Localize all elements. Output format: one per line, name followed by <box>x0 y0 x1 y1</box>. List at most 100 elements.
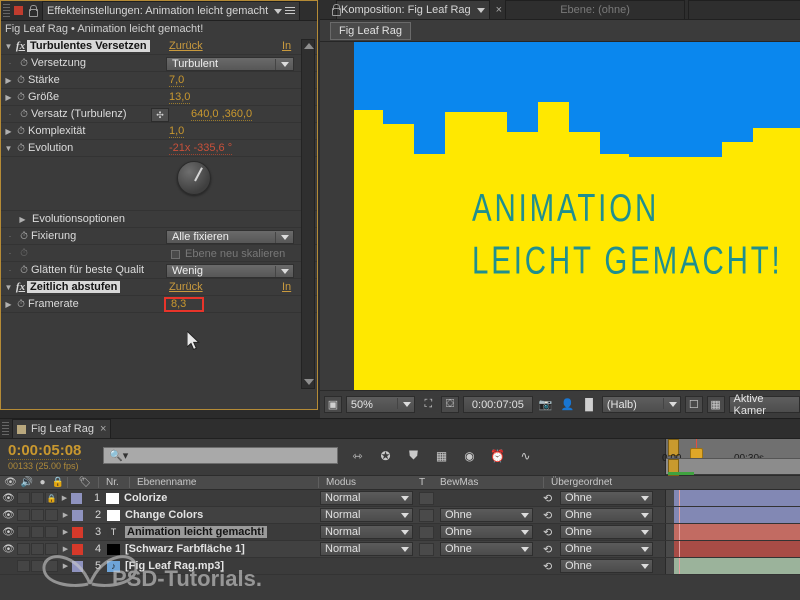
layer-visibility-icon[interactable]: 👁 <box>0 527 17 538</box>
layer-preserve-transparency[interactable] <box>419 525 434 539</box>
property-dropdown-fixierung[interactable]: Alle fixieren <box>166 230 294 244</box>
tab-composition[interactable]: Komposition: Fig Leaf Rag <box>336 0 490 19</box>
layer-track-area[interactable] <box>665 524 800 540</box>
camera-view-dropdown[interactable]: Aktive Kamer <box>728 393 800 417</box>
close-icon[interactable]: × <box>100 423 106 435</box>
layer-preserve-transparency[interactable] <box>419 508 434 522</box>
layer-track-matte[interactable]: Ohne <box>440 508 533 522</box>
layer-audio-toggle[interactable] <box>17 543 30 555</box>
table-row[interactable]: ▶ 5 ♪ [Fig Leaf Rag.mp3] ⟲ Ohne <box>0 558 800 575</box>
frame-blending-icon[interactable]: ▦ <box>432 447 451 464</box>
parent-pickwhip-icon[interactable]: ⟲ <box>543 560 552 573</box>
resolution-dropdown[interactable]: (Halb) <box>601 396 681 413</box>
twirl-right-icon[interactable] <box>17 215 28 224</box>
layer-audio-toggle[interactable] <box>17 492 30 504</box>
comp-name-chip[interactable]: Fig Leaf Rag <box>330 21 411 40</box>
layer-name[interactable]: Animation leicht gemacht! <box>125 526 267 538</box>
stopwatch-icon[interactable]: ⏱ <box>14 92 28 103</box>
layer-parent[interactable]: Ohne <box>560 542 653 556</box>
twirl-right-icon[interactable] <box>3 76 14 85</box>
twirl-right-icon[interactable] <box>3 127 14 136</box>
layer-parent[interactable]: Ohne <box>560 525 653 539</box>
layer-track-area[interactable] <box>665 490 800 506</box>
panel-grip-icon[interactable] <box>3 3 10 18</box>
stopwatch-icon[interactable]: ⏱ <box>17 109 31 120</box>
layer-lock-toggle[interactable] <box>45 509 58 521</box>
property-row-groesse[interactable]: ⏱ Größe 13,0 <box>1 89 317 106</box>
table-row[interactable]: 👁 ▶ 4 [Schwarz Farbfläche 1] Normal Ohne ⟲ Ohne <box>0 541 800 558</box>
parent-pickwhip-icon[interactable]: ⟲ <box>543 543 552 556</box>
col-number-header[interactable]: Nr. <box>102 475 126 490</box>
scroll-down-icon[interactable] <box>304 379 314 385</box>
info-link[interactable]: In <box>282 281 291 293</box>
stopwatch-icon[interactable]: ⏱ <box>17 58 31 69</box>
layer-audio-toggle[interactable] <box>17 526 30 538</box>
table-row[interactable]: 👁 ▶ 2 Change Colors Normal Ohne ⟲ Ohne <box>0 507 800 524</box>
col-eye-icon[interactable]: 👁 <box>0 475 17 490</box>
col-lock-icon[interactable]: 🔒 <box>48 475 64 490</box>
stopwatch-icon[interactable]: ⏱ <box>14 75 28 86</box>
reset-link[interactable]: Zurück <box>169 281 203 293</box>
layer-label-color[interactable] <box>71 492 82 504</box>
layer-label-color[interactable] <box>72 560 83 572</box>
layer-name[interactable]: Change Colors <box>125 509 203 521</box>
snapshot-camera-icon[interactable]: 📷 <box>537 396 555 413</box>
layer-track-area[interactable] <box>665 541 800 557</box>
property-dropdown-versetzung[interactable]: Turbulent <box>166 57 294 71</box>
chevron-down-icon[interactable] <box>641 495 649 501</box>
layer-audio-toggle[interactable] <box>17 509 30 521</box>
chevron-down-icon[interactable] <box>521 546 529 552</box>
brainstorm-icon[interactable]: ◉ <box>460 447 479 464</box>
table-row[interactable]: 👁 🔒 ▶ 1 Colorize Normal ⟲ Ohne <box>0 490 800 507</box>
layer-solo-toggle[interactable] <box>31 560 44 572</box>
layer-solo-toggle[interactable] <box>31 492 44 504</box>
layer-visibility-icon[interactable]: 👁 <box>0 510 17 521</box>
chevron-down-icon[interactable] <box>401 529 409 535</box>
chevron-down-icon[interactable] <box>641 546 649 552</box>
stopwatch-icon[interactable]: ⏱ <box>14 143 28 154</box>
twirl-right-icon[interactable]: ▶ <box>59 528 72 536</box>
layer-track-area[interactable] <box>665 507 800 523</box>
effect-panel-scrollbar[interactable] <box>301 39 315 389</box>
parent-pickwhip-icon[interactable]: ⟲ <box>543 492 552 505</box>
always-preview-icon[interactable]: ▣ <box>324 396 342 413</box>
col-t-header[interactable]: T <box>415 475 436 490</box>
chevron-down-icon[interactable] <box>401 495 409 501</box>
layer-parent[interactable]: Ohne <box>560 508 653 522</box>
layer-label-color[interactable] <box>72 509 83 521</box>
twirl-right-icon[interactable]: ▶ <box>59 545 72 553</box>
property-dropdown-glaetten[interactable]: Wenig <box>166 264 294 278</box>
property-row-versatz-turbulenz[interactable]: · ⏱ Versatz (Turbulenz) ✣ 640,0 ,360,0 <box>1 106 317 123</box>
chevron-down-icon[interactable] <box>281 61 289 67</box>
col-mode-header[interactable]: Modus <box>322 475 415 490</box>
chevron-down-icon[interactable] <box>641 529 649 535</box>
panel-menu-icon[interactable] <box>285 7 296 15</box>
composition-viewer-stage[interactable]: ANIMATION LEICHT GEMACHT! <box>320 42 800 390</box>
property-row-komplexitaet[interactable]: ⏱ Komplexität 1,0 <box>1 123 317 140</box>
chevron-down-icon[interactable] <box>274 8 283 14</box>
layer-solo-toggle[interactable] <box>31 526 44 538</box>
layer-preserve-transparency[interactable] <box>419 491 434 505</box>
property-row-evolutionsoptionen[interactable]: Evolutionsoptionen <box>1 211 317 228</box>
stopwatch-icon[interactable]: ⏱ <box>14 126 28 137</box>
layer-solo-toggle[interactable] <box>31 509 44 521</box>
twirl-right-icon[interactable]: ▶ <box>58 494 71 502</box>
twirl-right-icon[interactable]: ▶ <box>59 511 72 519</box>
chevron-down-icon[interactable] <box>641 563 649 569</box>
col-trackmatte-header[interactable]: BewMas <box>436 475 540 490</box>
reset-link[interactable]: Zurück <box>169 40 203 52</box>
property-value-staerke[interactable]: 7,0 <box>169 74 185 87</box>
property-row-fixierung[interactable]: · ⏱ Fixierung Alle fixieren <box>1 228 317 245</box>
chevron-down-icon[interactable] <box>476 7 485 13</box>
layer-blend-mode[interactable]: Normal <box>320 542 413 556</box>
layer-lock-toggle[interactable] <box>45 526 58 538</box>
twirl-right-icon[interactable]: ▶ <box>59 562 72 570</box>
layer-parent[interactable]: Ohne <box>560 491 653 505</box>
twirl-down-icon[interactable] <box>3 42 14 51</box>
region-of-interest-toggle-icon[interactable]: ☐ <box>684 396 703 413</box>
layer-lock-toggle[interactable] <box>45 560 58 572</box>
col-audio-icon[interactable]: 🔊 <box>17 475 33 490</box>
layer-duration-bar[interactable] <box>674 541 800 557</box>
search-input[interactable]: 🔍▾ <box>103 447 338 464</box>
chevron-down-icon[interactable] <box>403 402 412 407</box>
